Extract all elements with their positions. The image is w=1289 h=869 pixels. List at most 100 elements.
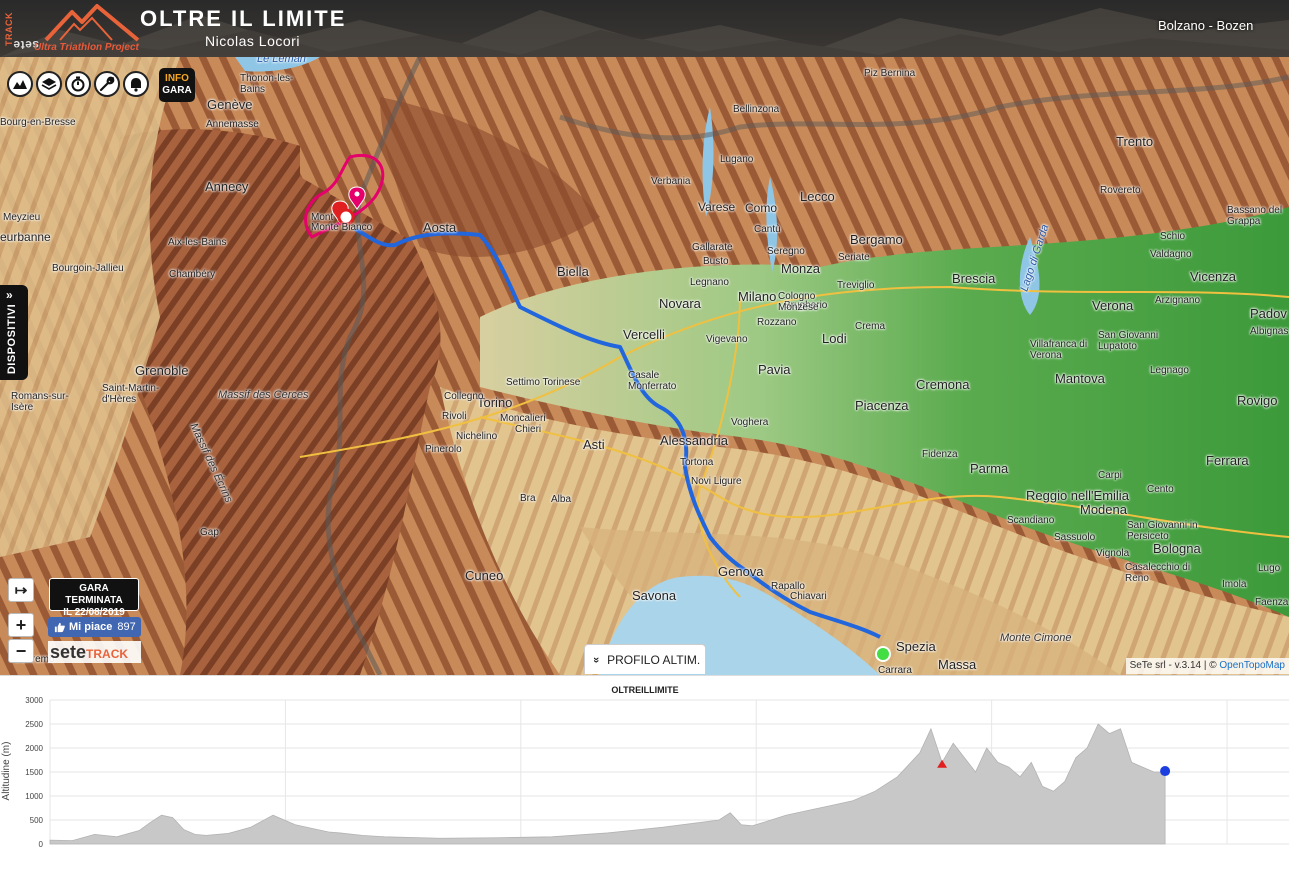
map-label-piacenza: Piacenza xyxy=(855,398,909,413)
timer-icon xyxy=(71,76,85,92)
map-label-trento: Trento xyxy=(1116,134,1154,149)
map-label-scandiano: Scandiano xyxy=(1007,515,1055,526)
fullscreen-button[interactable]: ↦ xyxy=(8,578,34,602)
like-count: 897 xyxy=(117,621,136,633)
map-label-legnano: Legnano xyxy=(690,277,729,288)
map-label-collegno: Collegno xyxy=(444,391,484,402)
mountain-logo-icon xyxy=(44,4,140,42)
layers-button[interactable] xyxy=(36,71,62,97)
attribution-link[interactable]: OpenTopoMap xyxy=(1219,660,1285,671)
athlete-name: Nicolas Locori xyxy=(205,33,300,49)
map-label-nichelino: Nichelino xyxy=(456,431,498,442)
map-label-bergamo: Bergamo xyxy=(850,232,903,247)
map-label-reggio: Reggio nell'Emilia xyxy=(1026,488,1129,503)
elevation-profile-tab[interactable]: » PROFILO ALTIM. xyxy=(584,644,706,674)
map-label-mont-blanc: Mont Monte Bianco xyxy=(311,212,373,233)
map-label-cremona: Cremona xyxy=(916,377,970,392)
header-bar: sete TRACK OLTRE IL LIMITE Nicolas Locor… xyxy=(0,0,1289,57)
map-label-alessandria: Alessandria xyxy=(660,433,728,448)
devices-panel-toggle[interactable]: » DISPOSITIVI xyxy=(0,285,28,380)
terrain-layer xyxy=(0,57,1289,675)
map-label-crema: Crema xyxy=(855,321,886,332)
chevron-down-icon: » xyxy=(590,656,603,663)
zoom-in-button[interactable]: + xyxy=(8,613,34,637)
map-label-meyzieu: Meyzieu xyxy=(3,212,41,223)
map-label-annemasse: Annemasse xyxy=(206,119,259,130)
map-label-eurbanne: eurbanne xyxy=(0,230,51,244)
map-label-vercelli: Vercelli xyxy=(623,327,665,342)
layers-icon xyxy=(41,78,57,90)
map-label-cantu: Cantù xyxy=(754,224,781,235)
map-label-bassano: Bassano del Grappa xyxy=(1227,205,1283,227)
y-tick-label: 3000 xyxy=(25,696,43,705)
map-label-tortona: Tortona xyxy=(680,457,714,468)
map-label-biella: Biella xyxy=(557,264,589,279)
thumbs-up-icon xyxy=(54,622,65,632)
map-label-legnago: Legnago xyxy=(1150,365,1189,376)
map-label-schio: Schio xyxy=(1160,231,1186,242)
map-label-lugo: Lugo xyxy=(1258,563,1281,574)
map-label-vigevano: Vigevano xyxy=(706,334,748,345)
project-subtitle: Ultra Triathlon Project xyxy=(34,42,139,53)
map-label-lodi: Lodi xyxy=(822,331,847,346)
map-label-rozzano: Rozzano xyxy=(757,317,797,328)
map-label-seregno: Seregno xyxy=(767,246,805,257)
map-attribution: SeTe srl - v.3.14 | © OpenTopoMap xyxy=(1125,658,1289,674)
like-label: Mi piace xyxy=(69,621,113,633)
map-label-cento: Cento xyxy=(1147,484,1174,495)
map-label-seriate: Seriate xyxy=(838,252,870,263)
alerts-button[interactable] xyxy=(123,71,149,97)
map-label-leman: Le Léman xyxy=(257,57,306,65)
map-label-spezia: Spezia xyxy=(896,639,936,654)
elevation-area xyxy=(49,723,1166,845)
map-label-casale: Casale Monferrato xyxy=(628,370,677,392)
map-label-milano: Milano xyxy=(738,289,777,304)
map-label-thonon: Thonon-les- Bains xyxy=(240,73,294,95)
map-label-como: Como xyxy=(745,201,778,215)
map-label-aosta: Aosta xyxy=(423,220,457,235)
map-label-fidenza: Fidenza xyxy=(922,449,958,460)
map-label-voghera: Voghera xyxy=(731,417,769,428)
map-label-asti: Asti xyxy=(583,437,605,452)
zoom-out-button[interactable]: − xyxy=(8,639,34,663)
devices-panel-label: DISPOSITIVI xyxy=(6,303,18,375)
map-label-lecco: Lecco xyxy=(800,189,835,204)
bell-icon xyxy=(131,78,141,92)
map-label-savona: Savona xyxy=(632,588,677,603)
y-tick-label: 2000 xyxy=(25,744,43,753)
map-label-saint-martin: Saint-Martin- d'Hères xyxy=(102,383,160,405)
settings-button[interactable] xyxy=(94,71,120,97)
timer-button[interactable] xyxy=(65,71,91,97)
map-label-treviglio: Treviglio xyxy=(837,280,875,291)
map-label-vignola: Vignola xyxy=(1096,548,1130,559)
map-label-parma: Parma xyxy=(970,461,1009,476)
map-label-cuneo: Cuneo xyxy=(465,568,504,583)
map-label-romans: Romans-sur- Isère xyxy=(11,391,69,413)
elevation-chart[interactable]: OLTREILLIMITE Altitudine (m) 0 500 1000 150… xyxy=(0,676,1289,869)
map-label-chieri: Chieri xyxy=(515,424,542,435)
map-label-novara: Novara xyxy=(659,296,701,311)
map-label-sassuolo: Sassuolo xyxy=(1054,532,1096,543)
map-label-villafranca: Villafranca di Verona xyxy=(1030,339,1088,361)
map-label-busto: Busto xyxy=(703,256,729,267)
chart-title: OLTREILLIMITE xyxy=(611,685,678,695)
info-label: INFO xyxy=(165,73,189,84)
gara-label: GARA xyxy=(162,85,192,96)
map-label-san-giovanni-lupatoto: San Giovanni Lupatoto xyxy=(1098,330,1159,352)
map-label-arzignano: Arzignano xyxy=(1155,295,1201,306)
map-label-bourg: Bourg-en-Bresse xyxy=(0,117,76,128)
info-gara-button[interactable]: INFO GARA xyxy=(159,68,195,102)
map-label-massif-cerces: Massif des Cerces xyxy=(218,389,309,401)
elevation-profile-panel: OLTREILLIMITE Altitudine (m) 0 500 1000 150… xyxy=(0,675,1289,869)
map-label-chambery: Chambéry xyxy=(169,269,216,280)
map-label-rivoli: Rivoli xyxy=(442,411,467,422)
attribution-text: SeTe srl - v.3.14 | © xyxy=(1129,660,1220,671)
map-label-san-giovanni-persiceto: San Giovanni in Persiceto xyxy=(1127,520,1198,542)
map-label-casalecchio: Casalecchio di Reno xyxy=(1125,562,1191,584)
map-style-button[interactable] xyxy=(7,71,33,97)
map-view[interactable]: Le Léman Thonon-les- Bains Genève Annema… xyxy=(0,57,1289,675)
y-tick-label: 0 xyxy=(39,840,44,849)
map-label-piz-bernina: Piz Bernina xyxy=(864,68,916,79)
map-label-alba: Alba xyxy=(551,494,572,505)
facebook-like-button[interactable]: Mi piace 897 xyxy=(48,617,141,637)
